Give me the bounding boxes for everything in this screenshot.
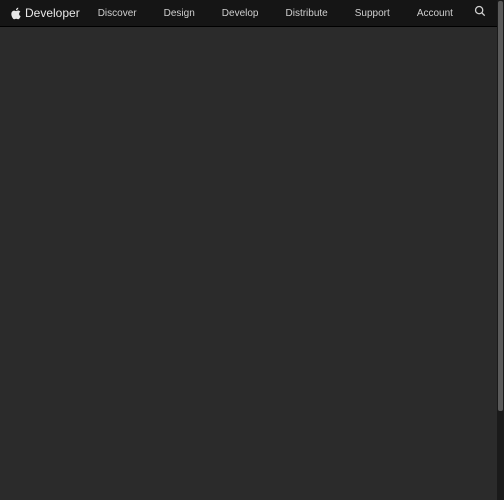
brand-link[interactable]: Developer (10, 6, 80, 20)
scrollbar-thumb[interactable] (498, 1, 503, 411)
nav-link-account[interactable]: Account (417, 8, 453, 19)
nav-link-distribute[interactable]: Distribute (286, 8, 328, 19)
nav-link-discover[interactable]: Discover (98, 8, 137, 19)
nav-link-develop[interactable]: Develop (222, 8, 259, 19)
nav-link-design[interactable]: Design (164, 8, 195, 19)
search-icon (474, 4, 486, 22)
page-viewport: Developer Discover Design Develop Distri… (0, 0, 504, 500)
main-content (0, 27, 497, 500)
brand-label: Developer (25, 6, 80, 20)
search-button[interactable] (473, 6, 487, 20)
nav-link-support[interactable]: Support (355, 8, 390, 19)
global-nav: Developer Discover Design Develop Distri… (0, 0, 497, 27)
scrollbar-track[interactable] (497, 0, 504, 500)
nav-links: Discover Design Develop Distribute Suppo… (98, 8, 467, 19)
apple-logo-icon (10, 7, 21, 20)
